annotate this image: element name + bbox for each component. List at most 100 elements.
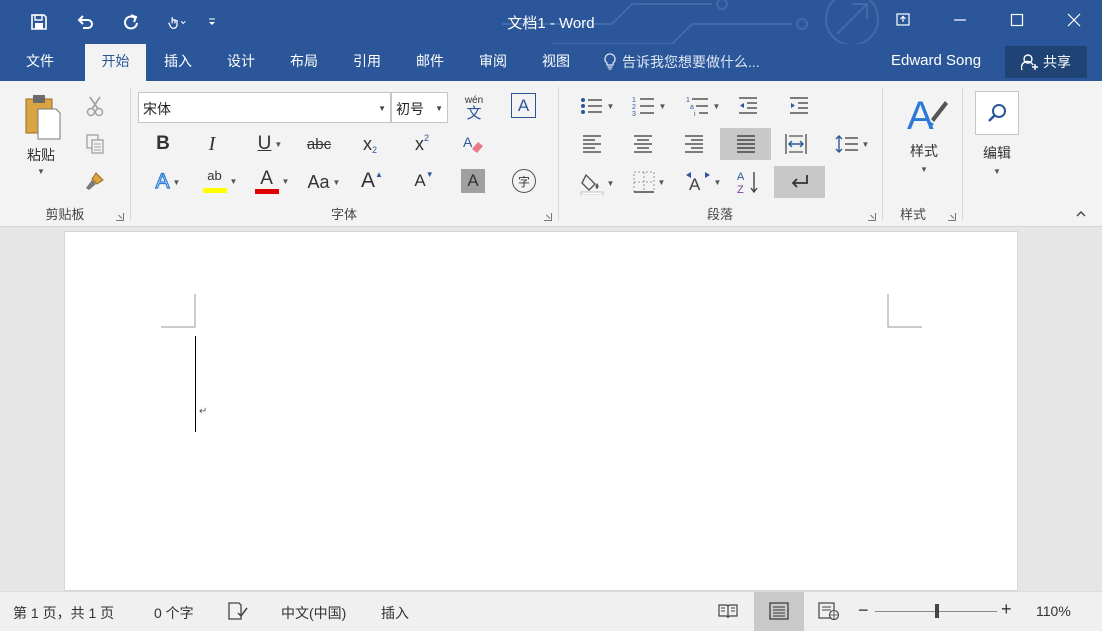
align-left-icon[interactable]: [578, 131, 606, 157]
proofing-icon[interactable]: [227, 600, 249, 622]
chevron-down-icon[interactable]: ▼: [173, 178, 181, 187]
increase-indent-icon[interactable]: [785, 93, 813, 119]
tell-me-search[interactable]: 告诉我您想要做什么...: [602, 52, 760, 72]
maximize-icon[interactable]: [988, 0, 1045, 40]
chevron-down-icon[interactable]: ▼: [862, 140, 870, 149]
shading-button[interactable]: ▼: [576, 169, 618, 197]
page-count[interactable]: 第 1 页，共 1 页: [13, 603, 114, 623]
chevron-down-icon[interactable]: ▼: [230, 177, 238, 186]
chevron-down-icon[interactable]: ▼: [714, 178, 722, 187]
text-highlight-button[interactable]: ab ▼: [198, 165, 242, 197]
clipboard-launcher-icon[interactable]: [116, 213, 124, 221]
tab-mailings[interactable]: 邮件: [404, 44, 456, 81]
copy-icon[interactable]: [82, 131, 108, 157]
paste-dropdown-icon[interactable]: ▼: [37, 167, 45, 176]
borders-button[interactable]: ▼: [628, 169, 670, 195]
svg-text:3: 3: [632, 111, 636, 117]
chevron-down-icon[interactable]: ▼: [993, 167, 1001, 176]
distributed-icon[interactable]: [782, 131, 810, 157]
read-mode-icon[interactable]: [717, 600, 739, 622]
chevron-down-icon[interactable]: ▼: [333, 178, 341, 187]
align-center-icon[interactable]: [629, 131, 657, 157]
format-painter-icon[interactable]: [82, 168, 108, 194]
insert-mode-status[interactable]: 插入: [381, 603, 409, 623]
language-status[interactable]: 中文(中国): [281, 603, 346, 623]
tab-review[interactable]: 审阅: [467, 44, 519, 81]
grow-arrow-icon: ▲: [375, 169, 383, 179]
word-count[interactable]: 0 个字: [154, 603, 194, 623]
chevron-down-icon[interactable]: ▼: [920, 165, 928, 174]
chevron-down-icon[interactable]: ▼: [378, 104, 386, 113]
bold-button[interactable]: B: [150, 131, 176, 157]
minimize-icon[interactable]: [931, 0, 988, 40]
sort-icon[interactable]: AZ: [734, 167, 762, 197]
zoom-slider-thumb[interactable]: [935, 604, 939, 618]
character-border-button[interactable]: A: [511, 93, 536, 118]
chevron-down-icon[interactable]: ▼: [435, 104, 443, 113]
close-icon[interactable]: [1045, 0, 1102, 40]
account-user-name[interactable]: Edward Song: [891, 52, 981, 69]
chevron-down-icon[interactable]: ▼: [607, 102, 615, 111]
font-color-text: A: [260, 167, 273, 189]
justify-icon[interactable]: [720, 128, 771, 160]
tab-references[interactable]: 引用: [341, 44, 393, 81]
styles-button[interactable]: A 样式 ▼: [893, 89, 955, 189]
chevron-down-icon[interactable]: ▼: [658, 178, 666, 187]
line-spacing-button[interactable]: ▼: [832, 131, 872, 157]
align-right-icon[interactable]: [680, 131, 708, 157]
show-hide-marks-icon[interactable]: [774, 166, 825, 198]
italic-button[interactable]: I: [199, 131, 225, 157]
styles-launcher-icon[interactable]: [948, 213, 956, 221]
paste-button[interactable]: 粘贴 ▼: [14, 91, 68, 191]
clear-formatting-icon[interactable]: A: [460, 131, 486, 157]
superscript-mark: 2: [423, 133, 429, 143]
document-page[interactable]: ↵: [64, 231, 1018, 591]
chevron-down-icon[interactable]: ▼: [282, 177, 290, 186]
numbering-icon: 123: [632, 97, 654, 117]
share-button[interactable]: 共享: [1005, 46, 1087, 78]
chevron-down-icon[interactable]: ▼: [713, 102, 721, 111]
subscript-mark: 2: [371, 145, 377, 155]
cut-icon[interactable]: [82, 93, 108, 119]
ribbon-display-options-icon[interactable]: [874, 0, 931, 40]
tab-view[interactable]: 视图: [530, 44, 582, 81]
strikethrough-button[interactable]: abc: [302, 131, 336, 157]
chevron-down-icon[interactable]: ▼: [659, 102, 667, 111]
subscript-button[interactable]: x2: [356, 131, 384, 157]
shrink-font-button[interactable]: A ▼: [410, 167, 438, 195]
tab-file[interactable]: 文件: [14, 44, 66, 81]
tab-layout[interactable]: 布局: [278, 44, 330, 81]
tab-insert[interactable]: 插入: [152, 44, 204, 81]
superscript-button[interactable]: x2: [408, 131, 436, 157]
grow-font-button[interactable]: A ▲: [358, 167, 386, 195]
web-layout-icon[interactable]: [818, 600, 840, 622]
bullets-button[interactable]: ▼: [576, 93, 618, 119]
enclose-characters-button[interactable]: 字: [512, 169, 536, 193]
editing-button[interactable]: 编辑 ▼: [973, 91, 1021, 191]
collapse-ribbon-icon[interactable]: [1076, 209, 1086, 217]
svg-text:A: A: [463, 134, 473, 150]
font-size-combobox[interactable]: 初号 ▼: [391, 92, 448, 123]
multilevel-list-button[interactable]: 1 a i ▼: [682, 93, 724, 119]
font-color-button[interactable]: A ▼: [250, 165, 294, 197]
zoom-out-button[interactable]: −: [858, 600, 869, 621]
text-effects-button[interactable]: A ▼: [148, 169, 188, 195]
phonetic-guide-button[interactable]: wén 文: [458, 91, 490, 125]
font-launcher-icon[interactable]: [544, 213, 552, 221]
decrease-indent-icon[interactable]: [734, 93, 762, 119]
font-name-combobox[interactable]: 宋体 ▼: [138, 92, 391, 123]
character-shading-button[interactable]: A: [461, 169, 485, 193]
print-layout-icon[interactable]: [768, 600, 790, 622]
chevron-down-icon[interactable]: ▼: [607, 179, 615, 188]
tab-home[interactable]: 开始: [85, 44, 146, 81]
chinese-layout-button[interactable]: A ▼: [682, 169, 724, 195]
paint-bucket-icon: [580, 173, 603, 195]
underline-button[interactable]: U ▼: [248, 131, 292, 157]
numbering-button[interactable]: 1 2 3 ▼: [628, 93, 670, 119]
chevron-down-icon[interactable]: ▼: [274, 140, 282, 149]
paragraph-launcher-icon[interactable]: [868, 213, 876, 221]
zoom-in-button[interactable]: +: [1001, 599, 1012, 620]
tab-design[interactable]: 设计: [215, 44, 267, 81]
change-case-button[interactable]: Aa ▼: [304, 169, 344, 195]
zoom-level[interactable]: 110%: [1036, 603, 1071, 619]
